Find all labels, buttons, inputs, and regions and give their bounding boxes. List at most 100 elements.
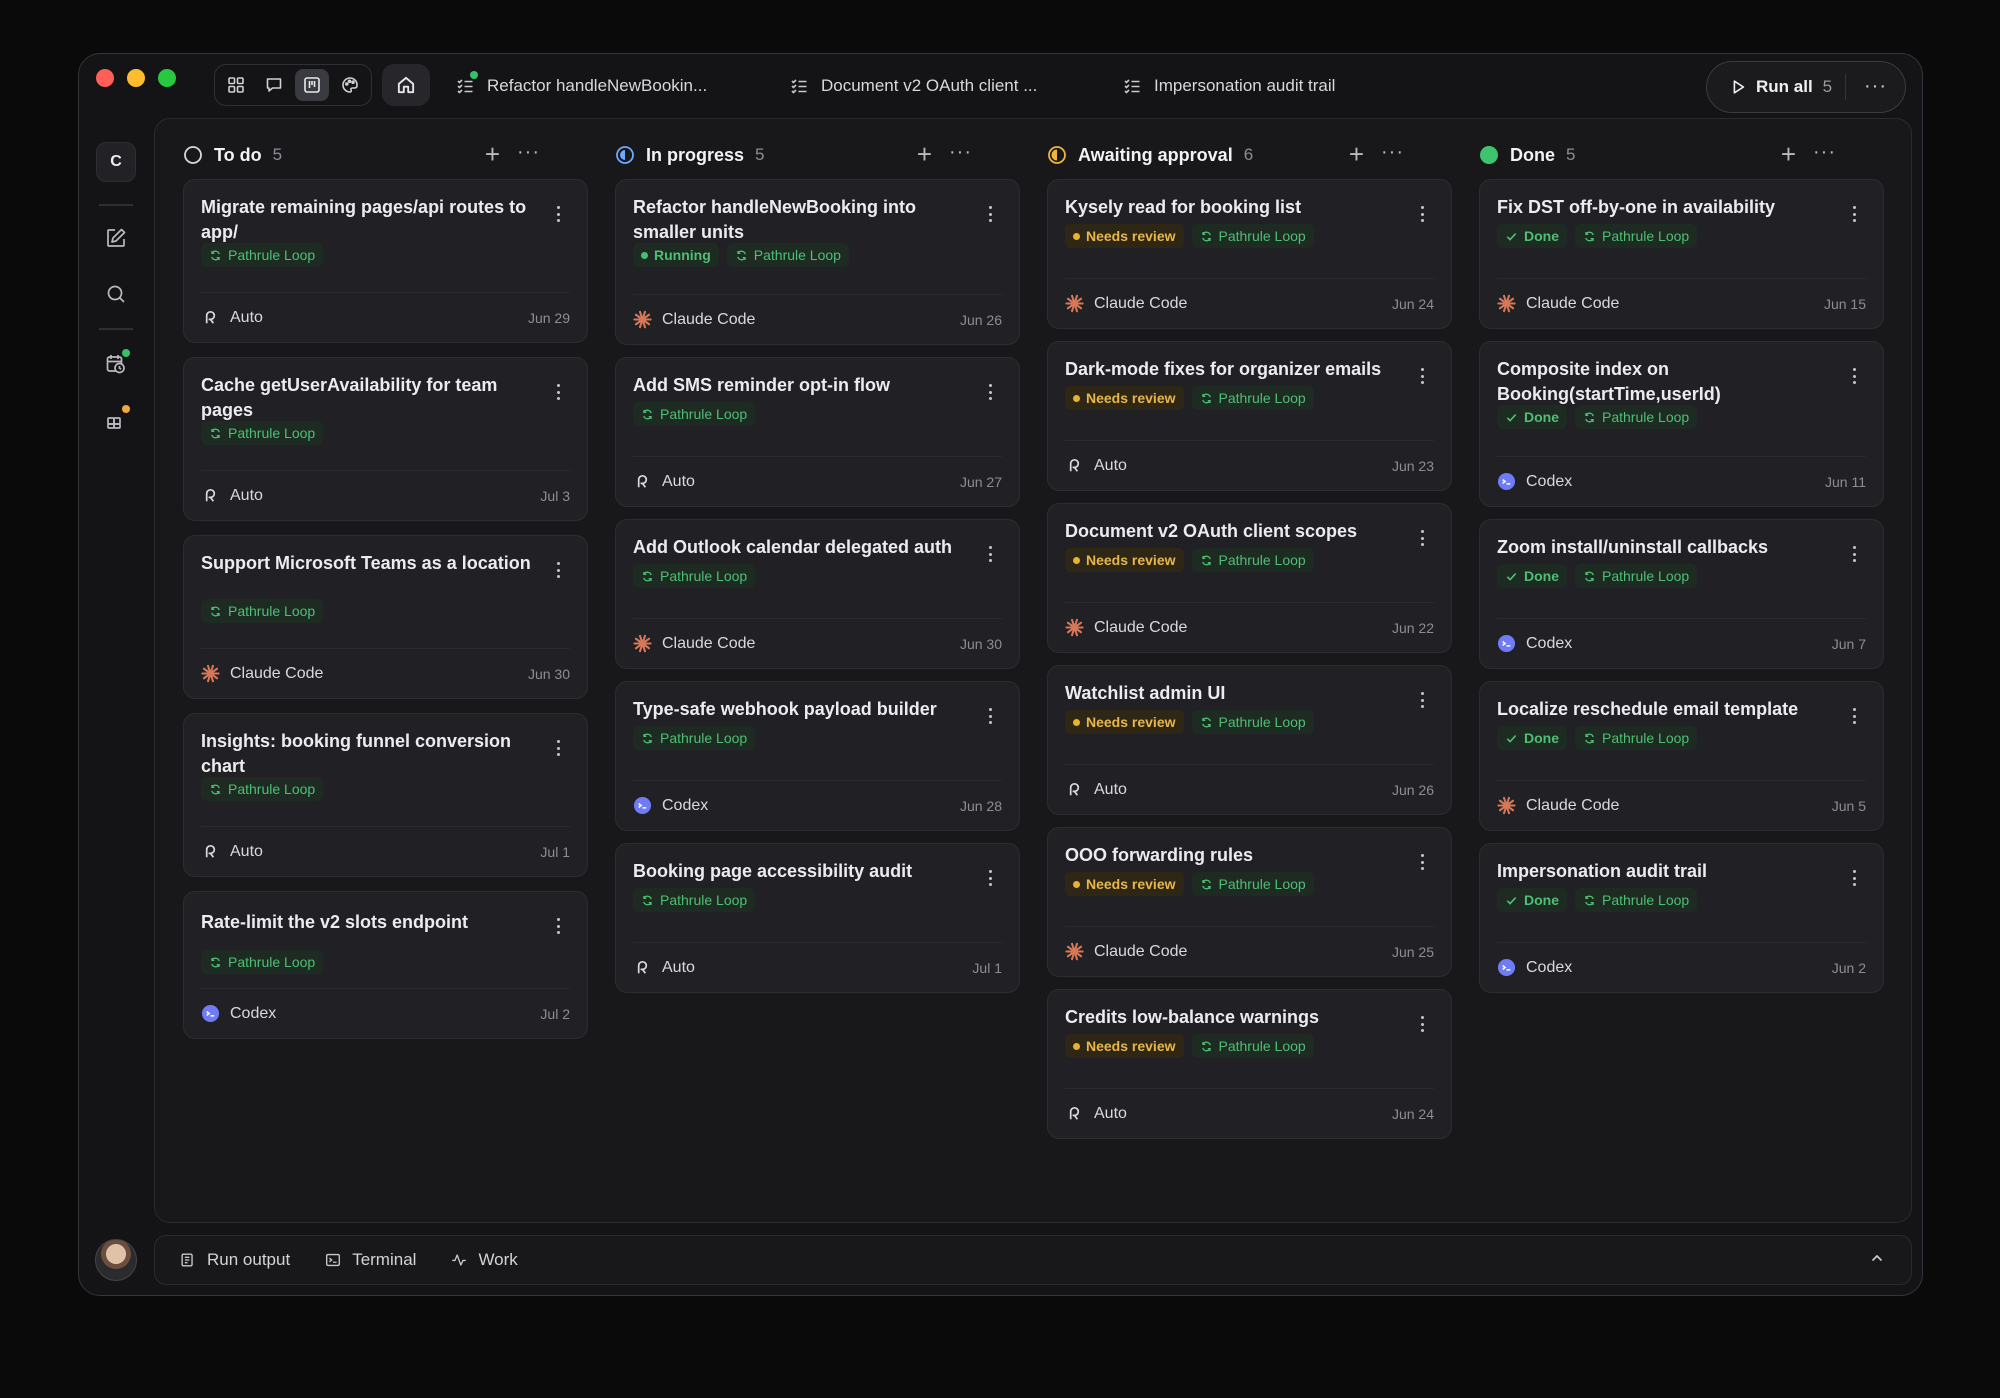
home-button[interactable] (382, 64, 430, 106)
task-card[interactable]: Composite index on Booking(startTime,use… (1479, 341, 1884, 507)
run-all-button[interactable]: Run all 5 (1707, 77, 1832, 97)
card-menu-icon[interactable] (557, 562, 561, 578)
card-menu-icon[interactable] (989, 546, 993, 562)
tab-2[interactable]: Impersonation audit trail (1122, 72, 1335, 100)
auto-icon (1069, 782, 1080, 796)
card-menu-icon[interactable] (1421, 692, 1425, 708)
task-card[interactable]: Credits low-balance warnings Needs revie… (1047, 989, 1452, 1139)
task-card[interactable]: Migrate remaining pages/api routes to ap… (183, 179, 588, 343)
user-avatar[interactable] (95, 1239, 137, 1281)
card-title: Support Microsoft Teams as a location (201, 553, 531, 573)
task-card[interactable]: Add Outlook calendar delegated auth Path… (615, 519, 1020, 669)
task-card[interactable]: Refactor handleNewBooking into smaller u… (615, 179, 1020, 345)
search-icon[interactable] (96, 274, 136, 314)
card-menu-icon[interactable] (557, 740, 561, 756)
card-menu-icon[interactable] (1421, 368, 1425, 384)
work-tab[interactable]: Work (450, 1250, 518, 1270)
terminal-icon (326, 1253, 341, 1267)
claude-icon (1065, 618, 1084, 637)
card-date: Jul 3 (540, 487, 570, 504)
add-card-button[interactable]: + (917, 140, 932, 168)
board-column: To do 5 + ··· (155, 137, 560, 173)
palette-icon[interactable] (333, 69, 367, 101)
card-menu-icon[interactable] (1853, 546, 1857, 562)
more-options-icon[interactable]: ··· (1864, 75, 1887, 98)
card-menu-icon[interactable] (1853, 870, 1857, 886)
task-card[interactable]: Impersonation audit trail Done Pathrule L… (1479, 843, 1884, 993)
tab-0[interactable]: Refactor handleNewBookin... (455, 71, 707, 100)
card-menu-icon[interactable] (557, 206, 561, 222)
task-card[interactable]: Add SMS reminder opt-in flow Pathrule Lo… (615, 357, 1020, 507)
loop-icon (1585, 895, 1594, 905)
card-menu-icon[interactable] (989, 384, 993, 400)
column-menu-icon[interactable]: ··· (949, 141, 972, 164)
card-tags: Needs review Pathrule Loop (1065, 224, 1314, 248)
task-card[interactable]: Zoom install/uninstall callbacks Done Pat… (1479, 519, 1884, 669)
close-window-button[interactable] (96, 69, 114, 87)
terminal-tab[interactable]: Terminal (324, 1250, 416, 1270)
column-count: 5 (1566, 145, 1576, 164)
card-title: Fix DST off-by-one in availability (1497, 197, 1776, 217)
card-title: Refactor handleNewBooking into smaller u… (633, 197, 917, 242)
column-menu-icon[interactable]: ··· (517, 141, 540, 164)
task-card[interactable]: Kysely read for booking list Needs revie… (1047, 179, 1452, 329)
task-card[interactable]: Localize reschedule email template Done P… (1479, 681, 1884, 831)
card-menu-icon[interactable] (1421, 530, 1425, 546)
task-card[interactable]: Cache getUserAvailability for team pages… (183, 357, 588, 521)
task-card[interactable]: Document v2 OAuth client scopes Needs re… (1047, 503, 1452, 653)
card-menu-icon[interactable] (989, 206, 993, 222)
card-menu-icon[interactable] (1853, 708, 1857, 724)
schedule-icon[interactable] (96, 344, 136, 384)
tab-1[interactable]: Document v2 OAuth client ... (789, 72, 1037, 100)
claude-icon (1497, 796, 1516, 815)
task-card[interactable]: Watchlist admin UI Needs review Pathrule … (1047, 665, 1452, 815)
zoom-window-button[interactable] (158, 69, 176, 87)
task-card[interactable]: Booking page accessibility audit Pathrul… (615, 843, 1020, 993)
card-menu-icon[interactable] (989, 708, 993, 724)
card-title: Type-safe webhook payload builder (633, 699, 937, 719)
chevron-up-icon[interactable] (1869, 1250, 1885, 1266)
notification-dot (122, 405, 130, 413)
task-card[interactable]: Dark-mode fixes for organizer emails Nee… (1047, 341, 1452, 491)
minimize-window-button[interactable] (127, 69, 145, 87)
card-menu-icon[interactable] (1421, 854, 1425, 870)
tab-label: Terminal (352, 1250, 417, 1269)
codex-icon (633, 796, 652, 815)
agent-label: Claude Code (201, 664, 323, 683)
new-task-icon[interactable] (96, 218, 136, 258)
task-card[interactable]: OOO forwarding rules Needs review Pathrul… (1047, 827, 1452, 977)
card-menu-icon[interactable] (557, 918, 561, 934)
board-view-icon[interactable] (295, 69, 329, 101)
add-card-button[interactable]: + (1349, 140, 1364, 168)
card-menu-icon[interactable] (989, 870, 993, 886)
card-footer: Codex Jun 2 (1497, 942, 1866, 992)
column-menu-icon[interactable]: ··· (1813, 141, 1836, 164)
task-card[interactable]: Insights: booking funnel conversion char… (183, 713, 588, 877)
task-card[interactable]: Rate-limit the v2 slots endpoint Pathrul… (183, 891, 588, 1039)
add-card-button[interactable]: + (1781, 140, 1796, 168)
card-menu-icon[interactable] (1421, 1016, 1425, 1032)
card-tags: Needs review Pathrule Loop (1065, 1034, 1314, 1058)
card-tags: Pathrule Loop (201, 777, 324, 801)
integrations-icon[interactable] (96, 400, 136, 440)
chat-view-icon[interactable] (257, 69, 291, 101)
loop-icon (211, 250, 220, 260)
grid-view-icon[interactable] (219, 69, 253, 101)
card-tags: Needs review Pathrule Loop (1065, 872, 1314, 896)
agent-label: Claude Code (633, 310, 755, 329)
card-menu-icon[interactable] (1853, 368, 1857, 384)
task-card[interactable]: Fix DST off-by-one in availability Done P… (1479, 179, 1884, 329)
card-menu-icon[interactable] (1853, 206, 1857, 222)
card-menu-icon[interactable] (1421, 206, 1425, 222)
add-card-button[interactable]: + (485, 140, 500, 168)
card-footer: Auto Jul 1 (633, 942, 1002, 992)
card-footer: Auto Jul 3 (201, 470, 570, 520)
card-footer: Codex Jul 2 (201, 988, 570, 1038)
run-output-tab[interactable]: Run output (179, 1250, 290, 1270)
task-card[interactable]: Type-safe webhook payload builder Pathru… (615, 681, 1020, 831)
column-menu-icon[interactable]: ··· (1381, 141, 1404, 164)
card-menu-icon[interactable] (557, 384, 561, 400)
workspace-avatar[interactable]: C (96, 142, 136, 182)
card-date: Jun 7 (1831, 635, 1866, 652)
task-card[interactable]: Support Microsoft Teams as a location Pa… (183, 535, 588, 699)
